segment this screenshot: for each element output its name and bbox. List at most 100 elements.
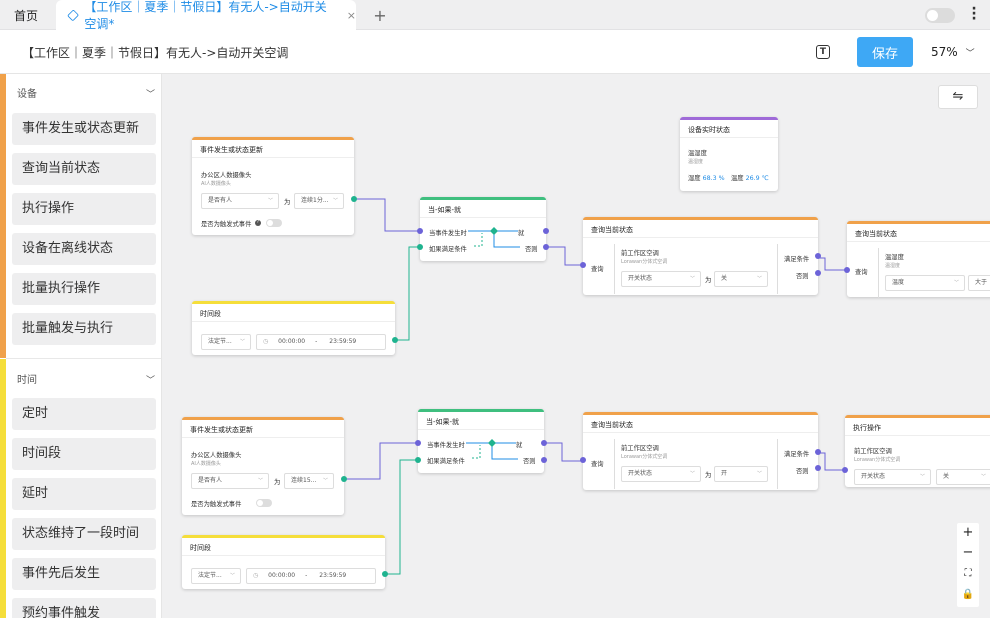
query-port-label: 查询 xyxy=(591,266,604,273)
palette-item[interactable]: 查询当前状态 xyxy=(12,153,156,185)
output-port[interactable] xyxy=(392,337,398,343)
output-port[interactable] xyxy=(351,196,357,202)
value-select[interactable]: 连续15... ﹀ xyxy=(284,473,334,489)
zoom-value: 57% xyxy=(931,45,958,59)
chevron-down-icon[interactable]: ﹀ xyxy=(146,87,155,100)
zoom-in-icon[interactable]: + xyxy=(957,523,979,543)
lock-icon[interactable]: 🔒 xyxy=(957,585,979,605)
output-port[interactable] xyxy=(815,270,821,276)
day-type-select[interactable]: 法定节... ﹀ xyxy=(191,568,241,584)
time-range-input[interactable]: ◷ 00:00:00 - 23:59:59 xyxy=(256,334,386,350)
palette-item[interactable]: 延时 xyxy=(12,478,156,510)
input-port[interactable] xyxy=(415,440,421,446)
operator-label: 为 xyxy=(705,472,712,479)
section-title-device[interactable]: 设备 xyxy=(17,85,37,100)
editor-header: 【工作区｜夏季｜节假日】有无人->自动开关空调 T 保存 57% ﹀ xyxy=(0,30,990,74)
time-period-node[interactable]: 时间段 法定节... ﹀ ◷ 00:00:00 - 23:59:59 xyxy=(182,535,385,589)
attribute-select[interactable]: 温度 ﹀ xyxy=(885,275,965,291)
device-name: 温湿度 xyxy=(688,150,707,157)
attribute-select[interactable]: 开关状态 ﹀ xyxy=(621,466,701,482)
if-port-label: 如果满足条件 xyxy=(429,246,467,253)
when-if-then-node[interactable]: 当-如果-就 当事件发生时 如果满足条件 就 否则 xyxy=(418,409,544,473)
add-tab-button[interactable]: + xyxy=(372,0,388,30)
node-palette-sidebar: 设备 ﹀ 事件发生或状态更新 查询当前状态 执行操作 设备在离线状态 批量执行操… xyxy=(0,74,162,618)
output-port[interactable] xyxy=(543,228,549,234)
event-node[interactable]: 事件发生或状态更新 办公区人数摄像头 AI人数摄像头 是否有人 ﹀ 为 连续1分.… xyxy=(192,137,354,235)
palette-item[interactable]: 设备在离线状态 xyxy=(12,233,156,265)
flow-canvas[interactable]: ⇋ 事件发生或状态更新 办公区人数摄像头 AI人数摄像头 是否有人 ﹀ 为 连续1… xyxy=(162,74,990,618)
palette-item[interactable]: 预约事件触发 xyxy=(12,598,156,618)
execute-action-node[interactable]: 执行操作 前工作区空调 Lorawan分体式空调 开关状态 ﹀ 关 ﹀ xyxy=(845,415,990,487)
output-port[interactable] xyxy=(382,571,388,577)
text-icon[interactable]: T xyxy=(816,45,830,59)
input-port[interactable] xyxy=(417,228,423,234)
operator-select[interactable]: 大于 xyxy=(968,275,990,291)
trigger-toggle[interactable] xyxy=(266,219,282,227)
output-port[interactable] xyxy=(541,440,547,446)
output-port[interactable] xyxy=(815,253,821,259)
section-title-time[interactable]: 时间 xyxy=(17,371,37,386)
help-icon[interactable]: ? xyxy=(255,220,261,226)
trigger-toggle[interactable] xyxy=(256,499,272,507)
swap-icon[interactable]: ⇋ xyxy=(938,85,978,109)
chevron-down-icon: ﹀ xyxy=(980,474,986,480)
output-port[interactable] xyxy=(541,457,547,463)
value-select[interactable]: 关 ﹀ xyxy=(936,469,990,485)
node-title: 执行操作 xyxy=(845,418,990,436)
device-status-node[interactable]: 设备实时状态 温湿度 温湿度 湿度 68.3 % 温度 26.9 ℃ xyxy=(680,117,778,191)
input-port[interactable] xyxy=(417,244,423,250)
attribute-select[interactable]: 开关状态 ﹀ xyxy=(621,271,701,287)
input-port[interactable] xyxy=(580,262,586,268)
palette-item[interactable]: 批量执行操作 xyxy=(12,273,156,305)
input-port[interactable] xyxy=(842,467,848,473)
attribute-select[interactable]: 开关状态 ﹀ xyxy=(854,469,931,485)
time-period-node[interactable]: 时间段 法定节... ﹀ ◷ 00:00:00 - 23:59:59 xyxy=(192,301,395,355)
attribute-select[interactable]: 是否有人 ﹀ xyxy=(201,193,279,209)
zoom-select[interactable]: 57% ﹀ xyxy=(931,45,975,59)
tab-home[interactable]: 首页 xyxy=(0,0,52,30)
output-port[interactable] xyxy=(341,476,347,482)
start-time: 00:00:00 xyxy=(268,572,296,579)
trigger-label: 是否为触发式事件 xyxy=(201,221,252,228)
palette-item[interactable]: 执行操作 xyxy=(12,193,156,225)
output-port[interactable] xyxy=(815,465,821,471)
query-state-node[interactable]: 查询当前状态 查询 前工作区空调 Lorawan分体式空调 开关状态 ﹀ 为 开 ﹀… xyxy=(583,412,818,490)
else-label: 否则 xyxy=(796,468,809,475)
theme-toggle[interactable] xyxy=(925,8,955,23)
value-select[interactable]: 连续1分... ﹀ xyxy=(294,193,344,209)
fit-view-icon[interactable]: ⛶ xyxy=(957,564,979,584)
query-state-node[interactable]: 查询当前状态 查询 前工作区空调 Lorawan分体式空调 开关状态 ﹀ 为 关 ﹀… xyxy=(583,217,818,295)
query-state-node[interactable]: 查询当前状态 查询 温湿度 温湿度 温度 ﹀ 大于 xyxy=(847,221,990,298)
more-menu-icon[interactable]: · · · xyxy=(968,2,980,26)
close-icon[interactable]: × xyxy=(347,9,356,22)
save-button[interactable]: 保存 xyxy=(857,37,913,67)
event-node[interactable]: 事件发生或状态更新 办公区人数摄像头 AI人数摄像头 是否有人 ﹀ 为 连续15.… xyxy=(182,417,344,515)
cube-icon xyxy=(67,8,80,22)
chevron-down-icon: ﹀ xyxy=(689,471,695,477)
palette-item[interactable]: 状态维持了一段时间 xyxy=(12,518,156,550)
when-if-then-node[interactable]: 当-如果-就 当事件发生时 如果满足条件 就 否则 xyxy=(420,197,546,261)
palette-item[interactable]: 定时 xyxy=(12,398,156,430)
day-type-select[interactable]: 法定节... ﹀ xyxy=(201,334,251,350)
zoom-out-icon[interactable]: − xyxy=(957,543,979,563)
value-select[interactable]: 关 ﹀ xyxy=(714,271,768,287)
chevron-down-icon[interactable]: ﹀ xyxy=(146,373,155,386)
tab-flow-editor[interactable]: 【工作区｜夏季｜节假日】有无人->自动开关空调* × xyxy=(56,0,356,31)
input-port[interactable] xyxy=(580,457,586,463)
palette-item[interactable]: 时间段 xyxy=(12,438,156,470)
output-port[interactable] xyxy=(543,244,549,250)
input-port[interactable] xyxy=(415,457,421,463)
node-title: 事件发生或状态更新 xyxy=(192,140,354,158)
value-select[interactable]: 开 ﹀ xyxy=(714,466,768,482)
operator-label: 为 xyxy=(705,277,712,284)
node-title: 当-如果-就 xyxy=(420,200,546,218)
palette-item[interactable]: 批量触发与执行 xyxy=(12,313,156,345)
device-name: 前工作区空调 xyxy=(621,250,659,257)
attribute-select[interactable]: 是否有人 ﹀ xyxy=(191,473,269,489)
output-port[interactable] xyxy=(815,449,821,455)
time-range-input[interactable]: ◷ 00:00:00 - 23:59:59 xyxy=(246,568,376,584)
palette-item[interactable]: 事件发生或状态更新 xyxy=(12,113,156,145)
chevron-down-icon: ﹀ xyxy=(756,471,762,477)
palette-item[interactable]: 事件先后发生 xyxy=(12,558,156,590)
input-port[interactable] xyxy=(844,267,850,273)
